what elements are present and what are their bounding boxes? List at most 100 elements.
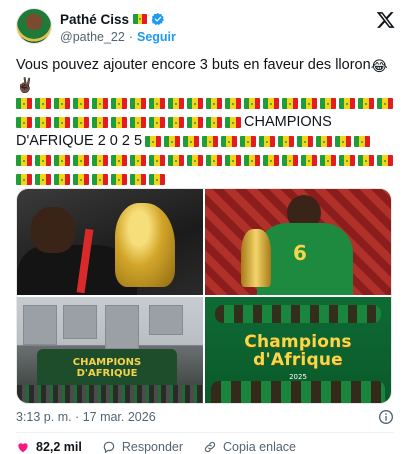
- author-handle[interactable]: @pathe_22: [60, 30, 125, 44]
- senegal-flag-emoji-icon: [16, 155, 32, 166]
- cup-icon: [241, 229, 271, 287]
- senegal-flag-emoji-icon: [282, 98, 298, 109]
- reply-label: Responder: [121, 440, 184, 454]
- tweet-line-1: Vous pouvez ajouter encore 3 buts en fav…: [16, 56, 396, 75]
- senegal-flag-emoji-icon: [130, 155, 146, 166]
- senegal-flag-emoji-icon: [35, 155, 51, 166]
- senegal-flag-emoji-icon: [320, 98, 336, 109]
- poster-year: 2025: [289, 373, 307, 381]
- verified-badge-icon: [151, 13, 164, 26]
- follow-button[interactable]: Seguir: [137, 30, 176, 44]
- media-photo-player-jersey[interactable]: 6: [205, 189, 391, 295]
- senegal-flag-emoji-icon: [339, 98, 355, 109]
- flag-emoji-row: [16, 151, 396, 170]
- flag-emoji-row: D'AFRIQUE 2 0 2 5: [16, 132, 396, 151]
- x-logo-icon[interactable]: [376, 10, 396, 30]
- senegal-flag-emoji-icon: [16, 117, 32, 128]
- like-button[interactable]: 82,2 mil: [16, 440, 82, 454]
- senegal-flag-emoji-icon: [111, 155, 127, 166]
- senegal-flag-emoji-icon: [149, 174, 165, 185]
- senegal-flag-emoji-icon: [225, 98, 241, 109]
- info-icon[interactable]: [378, 409, 394, 425]
- poster-title: Champions d'Afrique: [244, 332, 352, 370]
- senegal-flag-emoji-icon: [73, 117, 89, 128]
- flag-emoji-row: [16, 170, 396, 189]
- senegal-flag-emoji-icon: [92, 155, 108, 166]
- senegal-flag-emoji-icon: [149, 117, 165, 128]
- senegal-flag-emoji-icon: [187, 117, 203, 128]
- senegal-flag-emoji-icon: [320, 155, 336, 166]
- senegal-flag-emoji-icon: [35, 117, 51, 128]
- senegal-flag-emoji-icon: [225, 117, 241, 128]
- senegal-flag-emoji-icon: [221, 136, 238, 147]
- senegal-flag-emoji-icon: [168, 98, 184, 109]
- senegal-flag-emoji-icon: [145, 136, 162, 147]
- senegal-flag-emoji-icon: [130, 174, 146, 185]
- handle-separator: ·: [128, 30, 133, 44]
- media-photo-player-with-trophy[interactable]: [17, 189, 203, 295]
- jersey-number: 6: [293, 241, 307, 265]
- senegal-flag-emoji-icon: [149, 98, 165, 109]
- senegal-flag-icon: [133, 14, 148, 24]
- senegal-flag-emoji-icon: [297, 136, 314, 147]
- footer-divider: [16, 432, 394, 433]
- senegal-flag-emoji-icon: [111, 174, 127, 185]
- champions-text: CHAMPIONS: [244, 114, 332, 130]
- champions-text-2: D'AFRIQUE 2 0 2 5: [16, 133, 143, 149]
- media-photo-bus-parade[interactable]: CHAMPIONS D'AFRIQUE: [17, 297, 203, 403]
- tweet-actions: 82,2 mil Responder Copia enlace: [16, 440, 296, 454]
- senegal-flag-emoji-icon: [54, 117, 70, 128]
- senegal-flag-emoji-icon: [301, 98, 317, 109]
- senegal-flag-emoji-icon: [16, 174, 32, 185]
- senegal-flag-emoji-icon: [278, 136, 295, 147]
- laughing-emoji-icon: 😂: [370, 59, 388, 75]
- victory-hand-emoji-icon: ✌🏿: [16, 78, 35, 94]
- senegal-flag-emoji-icon: [301, 155, 317, 166]
- senegal-flag-emoji-icon: [244, 155, 260, 166]
- senegal-flag-emoji-icon: [263, 98, 279, 109]
- copy-link-button[interactable]: Copia enlace: [203, 440, 296, 454]
- senegal-flag-emoji-icon: [35, 174, 51, 185]
- senegal-flag-emoji-icon: [244, 98, 260, 109]
- senegal-flag-emoji-icon: [282, 155, 298, 166]
- senegal-flag-emoji-icon: [149, 155, 165, 166]
- tweet-timestamp[interactable]: 3:13 p. m. · 17 mar. 2026: [16, 410, 156, 424]
- senegal-flag-emoji-icon: [358, 98, 374, 109]
- author-name-row: Pathé Ciss: [60, 11, 165, 27]
- senegal-flag-emoji-icon: [73, 174, 89, 185]
- media-poster-champions[interactable]: Champions d'Afrique 2025: [205, 297, 391, 403]
- senegal-flag-emoji-icon: [206, 98, 222, 109]
- senegal-flag-emoji-icon: [92, 174, 108, 185]
- senegal-flag-emoji-icon: [164, 136, 181, 147]
- senegal-flag-emoji-icon: [335, 136, 352, 147]
- reply-button[interactable]: Responder: [102, 440, 183, 454]
- tweet-card: Pathé Ciss @pathe_22 · Seguir Vous pouve…: [0, 0, 410, 454]
- tweet-text: Vous pouvez ajouter encore 3 buts en fav…: [16, 56, 396, 189]
- author-display-name[interactable]: Pathé Ciss: [60, 12, 129, 27]
- author-avatar[interactable]: [16, 8, 52, 44]
- senegal-flag-emoji-icon: [111, 98, 127, 109]
- senegal-flag-emoji-icon: [183, 136, 200, 147]
- media-grid: 6 CHAMPIONS D'AFRIQUE Champions d'Afriqu…: [16, 188, 392, 404]
- heart-icon: [18, 443, 28, 453]
- senegal-flag-emoji-icon: [259, 136, 276, 147]
- senegal-flag-emoji-icon: [35, 98, 51, 109]
- senegal-flag-emoji-icon: [263, 155, 279, 166]
- senegal-flag-emoji-icon: [168, 117, 184, 128]
- senegal-flag-emoji-icon: [92, 117, 108, 128]
- trophy-icon: [115, 203, 175, 287]
- senegal-flag-emoji-icon: [92, 98, 108, 109]
- flag-emoji-row: CHAMPIONS: [16, 113, 396, 132]
- bus-banner-text: CHAMPIONS D'AFRIQUE: [72, 357, 142, 379]
- senegal-flag-emoji-icon: [202, 136, 219, 147]
- senegal-flag-emoji-icon: [168, 155, 184, 166]
- senegal-flag-emoji-icon: [54, 98, 70, 109]
- senegal-flag-emoji-icon: [73, 98, 89, 109]
- senegal-flag-emoji-icon: [225, 155, 241, 166]
- senegal-flag-emoji-icon: [187, 155, 203, 166]
- senegal-flag-emoji-icon: [377, 98, 393, 109]
- flag-emoji-row: [16, 94, 396, 113]
- like-count: 82,2 mil: [36, 440, 82, 454]
- senegal-flag-emoji-icon: [316, 136, 333, 147]
- senegal-flag-emoji-icon: [358, 155, 374, 166]
